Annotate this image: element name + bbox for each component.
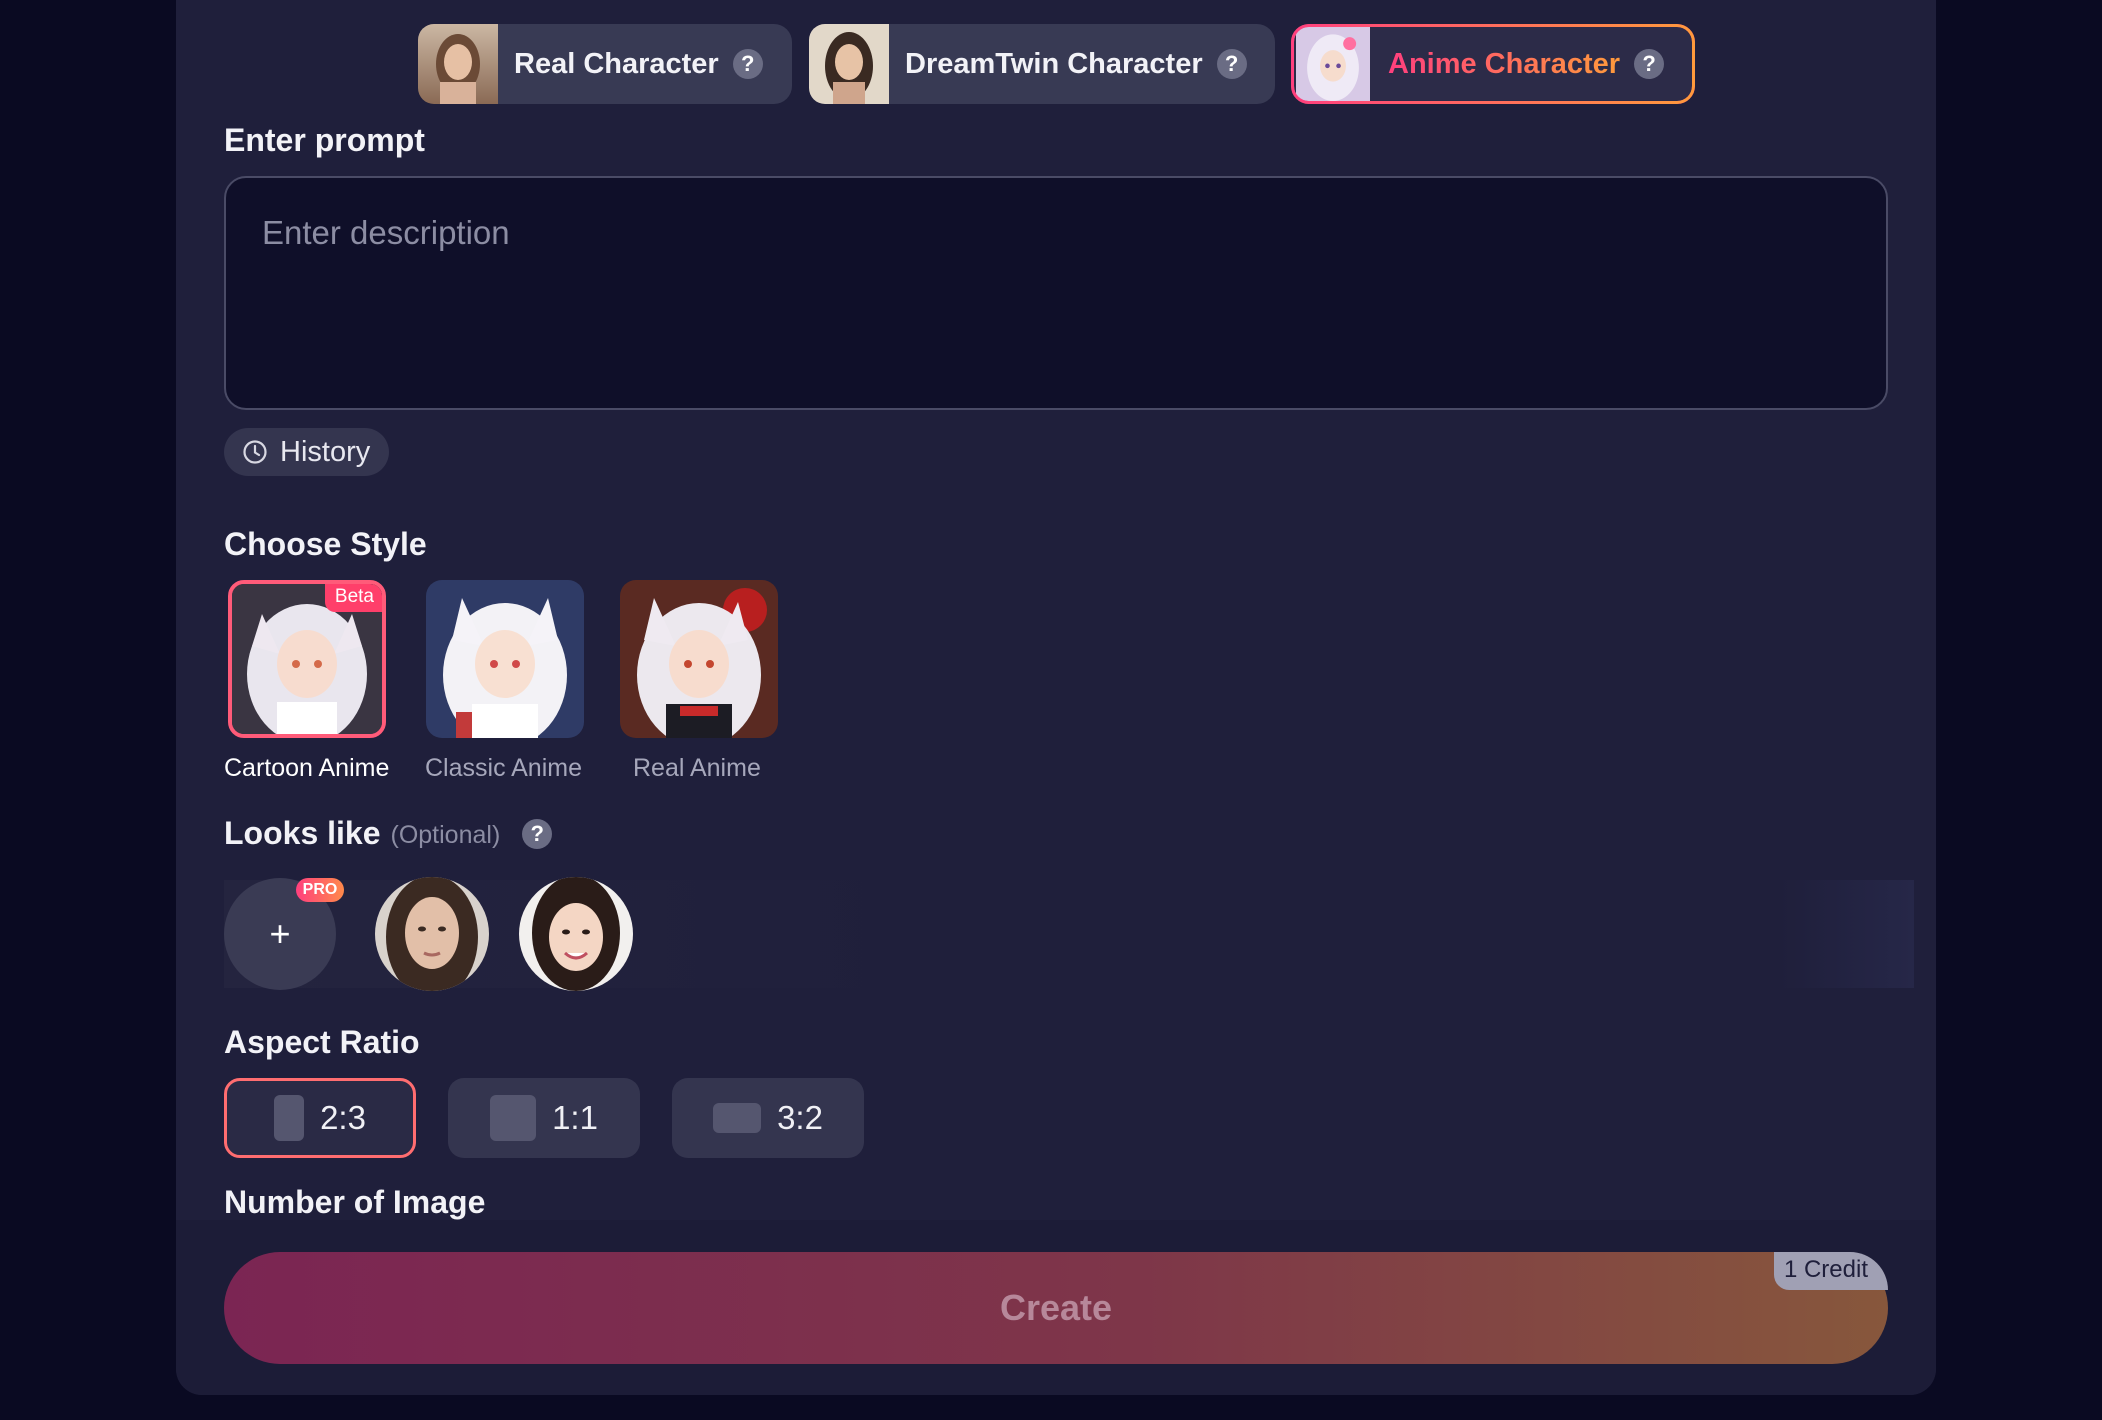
looks-like-title: Looks like: [224, 815, 381, 851]
history-button[interactable]: History: [224, 428, 389, 476]
ratio-2-3-button[interactable]: 2:3: [224, 1078, 416, 1158]
ratio-1-1-button[interactable]: 1:1: [448, 1078, 640, 1158]
history-label: History: [280, 435, 371, 468]
style-label-classic-anime: Classic Anime: [425, 754, 582, 782]
help-icon[interactable]: ?: [522, 818, 553, 849]
prompt-title: Enter prompt: [224, 122, 425, 158]
prompt-input[interactable]: Enter description: [224, 176, 1888, 410]
style-card-classic-anime[interactable]: [426, 580, 584, 738]
portrait-ratio-icon: [274, 1095, 305, 1141]
face-avatar-2[interactable]: [519, 877, 633, 991]
choose-style-title: Choose Style: [224, 526, 427, 562]
style-label-real-anime: Real Anime: [633, 754, 761, 782]
style-label-cartoon-anime: Cartoon Anime: [224, 754, 390, 782]
clock-icon: [243, 440, 267, 464]
looks-like-header: Looks like (Optional) ?: [224, 815, 553, 852]
ratio-3-2-button[interactable]: 3:2: [672, 1078, 864, 1158]
tab-dreamtwin-character[interactable]: DreamTwin Character ?: [809, 24, 1275, 104]
pro-badge: PRO: [296, 878, 344, 902]
ratio-label: 1:1: [552, 1099, 598, 1136]
plus-icon: +: [269, 913, 291, 954]
credit-badge: 1 Credit: [1773, 1252, 1888, 1290]
ratio-label: 3:2: [777, 1099, 823, 1136]
tab-real-character[interactable]: Real Character ?: [418, 24, 792, 104]
create-label: Create: [999, 1287, 1113, 1328]
help-icon[interactable]: ?: [1216, 49, 1247, 79]
tab-anime-character[interactable]: Anime Character ?: [1291, 24, 1695, 104]
face-avatar-1[interactable]: [375, 877, 489, 991]
style-card-real-anime[interactable]: [620, 580, 778, 738]
tab-label: Anime Character: [1388, 47, 1621, 80]
ratio-label: 2:3: [320, 1099, 366, 1136]
help-icon[interactable]: ?: [1634, 49, 1665, 79]
number-of-image-title: Number of Image: [224, 1184, 486, 1220]
landscape-ratio-icon: [713, 1103, 762, 1133]
dreamtwin-character-thumbnail: [809, 24, 889, 104]
real-character-thumbnail: [418, 24, 498, 104]
tab-label: Real Character: [514, 47, 719, 80]
help-icon[interactable]: ?: [732, 49, 763, 79]
classic-anime-image: [426, 580, 584, 738]
create-button[interactable]: Create 1 Credit: [224, 1252, 1888, 1364]
prompt-placeholder: Enter description: [262, 214, 510, 251]
anime-character-thumbnail: [1296, 27, 1370, 101]
style-card-cartoon-anime[interactable]: Beta: [228, 580, 386, 738]
beta-badge: Beta: [324, 584, 382, 612]
aspect-ratio-title: Aspect Ratio: [224, 1024, 420, 1060]
real-anime-image: [620, 580, 778, 738]
tab-label: DreamTwin Character: [905, 47, 1203, 80]
optional-label: (Optional): [390, 821, 501, 849]
square-ratio-icon: [490, 1095, 537, 1141]
